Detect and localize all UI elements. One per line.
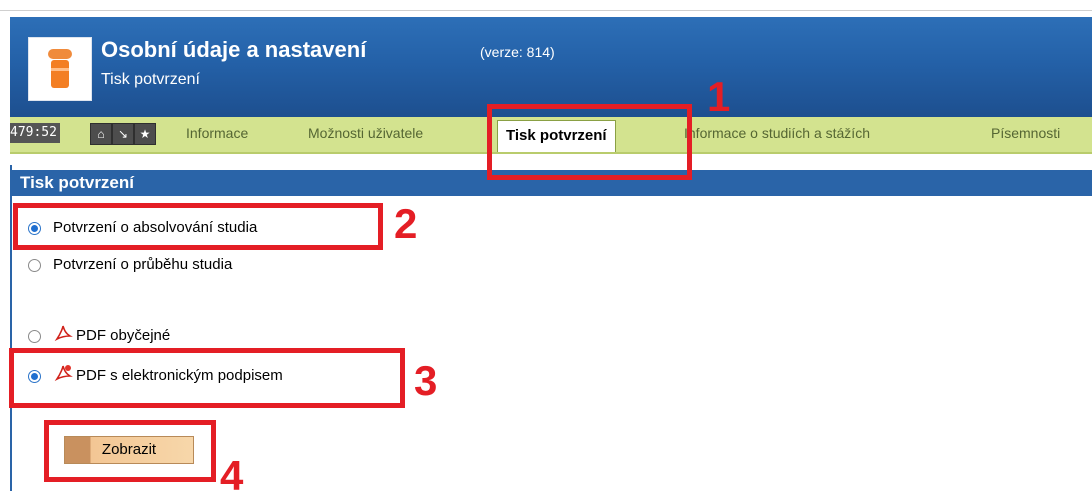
annotation-number-3: 3 xyxy=(414,357,438,404)
annotation-box-1 xyxy=(487,104,692,180)
app-version: (verze: 814) xyxy=(480,44,555,60)
pdf-icon xyxy=(53,323,73,343)
app-title: Osobní údaje a nastavení xyxy=(101,37,367,62)
radio-prubeh[interactable] xyxy=(28,258,41,272)
annotation-box-3 xyxy=(9,348,405,408)
tab-informace-o-studiich[interactable]: Informace o studiích a stážích xyxy=(684,125,870,141)
option-pdf-plain[interactable]: PDF obyčejné xyxy=(28,323,171,347)
tab-moznosti-uzivatele[interactable]: Možnosti uživatele xyxy=(308,125,423,141)
radio-pdf-plain[interactable] xyxy=(28,329,41,343)
star-icon[interactable]: ★ xyxy=(134,123,156,145)
annotation-box-4 xyxy=(44,420,216,482)
user-data-icon xyxy=(28,37,92,101)
arrow-down-icon[interactable]: ↘ xyxy=(112,123,134,145)
app-header: Osobní údaje a nastavení (verze: 814) Ti… xyxy=(10,17,1092,117)
option-prubeh-label: Potvrzení o průběhu studia xyxy=(53,256,233,273)
annotation-number-2: 2 xyxy=(394,200,418,247)
option-pdf-plain-label: PDF obyčejné xyxy=(76,327,171,344)
top-divider xyxy=(0,10,1092,11)
page-subtitle: Tisk potvrzení xyxy=(101,71,200,88)
annotation-box-2 xyxy=(13,203,383,250)
tab-informace[interactable]: Informace xyxy=(186,125,248,141)
annotation-number-1: 1 xyxy=(707,73,731,120)
tab-pisemnosti[interactable]: Písemnosti xyxy=(991,125,1060,141)
home-icon[interactable]: ⌂ xyxy=(90,123,112,145)
option-prubeh[interactable]: Potvrzení o průběhu studia xyxy=(28,254,232,276)
session-timer: 479:52 xyxy=(10,123,60,143)
